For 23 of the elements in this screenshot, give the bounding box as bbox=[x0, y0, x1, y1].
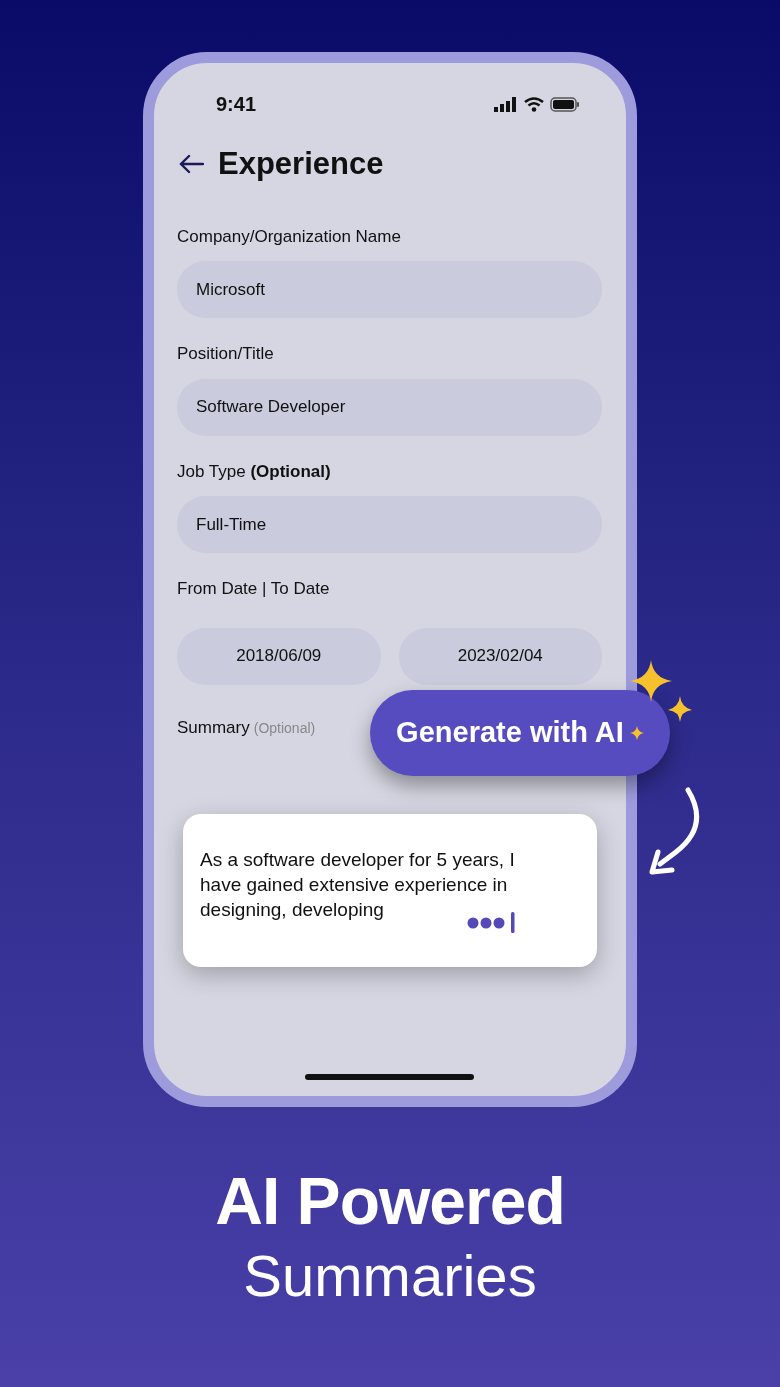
signal-icon bbox=[494, 96, 518, 112]
input-field[interactable]: Full-Time bbox=[177, 496, 602, 553]
optional-hint: (Optional) bbox=[253, 718, 316, 738]
back-arrow-icon[interactable] bbox=[178, 154, 204, 175]
battery-icon bbox=[550, 96, 580, 112]
sparkle-icon bbox=[629, 726, 644, 740]
headline-subtitle: Summaries bbox=[243, 1243, 537, 1309]
date-field[interactable]: 2018/06/09 bbox=[177, 627, 381, 685]
field-label: Job Type (Optional) bbox=[177, 460, 332, 483]
summary-text: As a software developer for 5 years, I have gained extensive experience in designing, developing bbox=[200, 848, 516, 922]
page-title: Experience bbox=[218, 145, 384, 183]
wifi-icon bbox=[524, 96, 544, 112]
field-label: Position/Title bbox=[177, 343, 275, 365]
date-field[interactable]: 2023/02/04 bbox=[398, 627, 602, 685]
field-label: Company/Organization Name bbox=[177, 225, 402, 248]
headline-title: AI Powered bbox=[215, 1165, 565, 1237]
field-label: Summary bbox=[177, 716, 250, 739]
input-field[interactable]: Microsoft bbox=[177, 261, 602, 318]
status-time: 9:41 bbox=[216, 92, 257, 117]
generate-ai-button[interactable]: Generate with AI bbox=[370, 690, 670, 776]
field-label: From Date | To Date bbox=[177, 578, 331, 600]
typing-indicator-icon bbox=[467, 911, 517, 933]
input-field[interactable]: Software Developer bbox=[177, 378, 602, 436]
